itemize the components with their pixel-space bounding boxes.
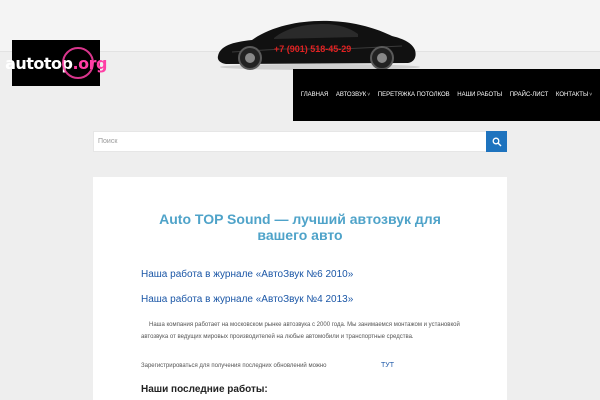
search-input[interactable] — [94, 132, 486, 151]
page-title: Auto TOP Sound — лучший автозвук для ваш… — [159, 211, 441, 243]
main-content: Auto TOP Sound — лучший автозвук для ваш… — [93, 177, 507, 400]
article-link-2010[interactable]: Наша работа в журнале «АвтоЗвук №6 2010» — [141, 269, 353, 280]
header-phone: +7 (901) 518-45-29 — [274, 44, 352, 54]
search-icon — [492, 137, 501, 146]
company-description: Наша компания работает на московском рын… — [141, 322, 460, 340]
nav-item-autosound[interactable]: АВТОЗВУК ˅ — [336, 92, 370, 98]
search-button[interactable] — [486, 131, 507, 152]
nav-item-pricelist[interactable]: ПРАЙС-ЛИСТ — [510, 92, 549, 98]
search-bar — [93, 131, 507, 152]
main-nav: ГЛАВНАЯ АВТОЗВУК ˅ ПЕРЕТЯЖКА ПОТОЛКОВ НАШ… — [293, 69, 600, 121]
register-text: Зарегистрироваться для получения последн… — [141, 363, 327, 369]
nav-item-home[interactable]: ГЛАВНАЯ — [301, 92, 329, 98]
chevron-down-icon: ˅ — [589, 92, 593, 98]
article-link-2013[interactable]: Наша работа в журнале «АвтоЗвук №4 2013» — [141, 294, 353, 305]
chevron-down-icon: ˅ — [367, 92, 371, 98]
recent-works-heading: Наши последние работы: — [141, 384, 268, 395]
register-link[interactable]: ТУТ — [381, 362, 394, 369]
site-logo[interactable]: autotop.org — [5, 40, 107, 86]
header-car-banner: +7 (901) 518-45-29 — [212, 12, 422, 70]
nav-item-ceiling[interactable]: ПЕРЕТЯЖКА ПОТОЛКОВ — [378, 92, 450, 98]
logo-ring-icon — [62, 47, 94, 79]
sports-car-icon — [217, 20, 420, 70]
nav-item-contacts[interactable]: КОНТАКТЫ ˅ — [556, 92, 592, 98]
nav-item-works[interactable]: НАШИ РАБОТЫ — [457, 92, 502, 98]
